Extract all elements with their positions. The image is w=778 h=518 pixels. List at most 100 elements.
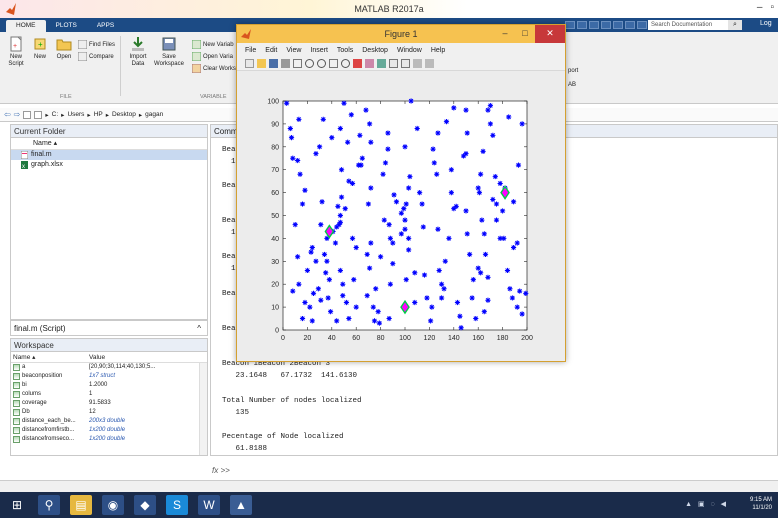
workspace-row[interactable]: distancefromseco... 1x200 double [11, 435, 207, 444]
system-tray-icons[interactable]: ▲ ▣ ◌ ◀ [685, 500, 728, 508]
new-script-button[interactable]: + New Script [6, 36, 26, 68]
cut-icon[interactable] [577, 21, 587, 29]
find-files-button[interactable]: Find Files [78, 40, 115, 49]
save-figure-icon[interactable] [269, 59, 278, 68]
help-icon[interactable] [637, 21, 647, 29]
new-figure-icon[interactable] [245, 59, 254, 68]
log-in-link[interactable]: Log [760, 20, 772, 27]
workspace-row[interactable]: coverage 91.5833 [11, 399, 207, 408]
folder-icon[interactable]: ◆ [134, 495, 156, 515]
menu-help[interactable]: Help [431, 47, 445, 54]
workspace-row[interactable]: a [20,90;30,114;40,130;5... [11, 363, 207, 372]
new-button[interactable]: + New [30, 36, 50, 61]
column-header-name[interactable]: Name ▴ [11, 138, 207, 150]
open-button[interactable]: Open [54, 36, 74, 61]
word-icon[interactable]: W [198, 495, 220, 515]
variable-value: 1x200 double [89, 436, 126, 442]
column-header-name[interactable]: Name ▴ [11, 352, 89, 362]
path-segment-desktop[interactable]: Desktop [112, 111, 136, 118]
search-app-icon[interactable]: ⚲ [38, 495, 60, 515]
show-plot-tools-icon[interactable] [425, 59, 434, 68]
rotate-icon[interactable] [341, 59, 350, 68]
workspace-row[interactable]: beaconposition 1x7 struct [11, 372, 207, 381]
file-item[interactable]: final.m [11, 150, 207, 160]
colorbar-icon[interactable] [389, 59, 398, 68]
restore-icon[interactable]: ▫ [770, 2, 774, 13]
open-variable-button[interactable]: Open Varia [192, 52, 233, 61]
clock[interactable]: 9:15 AM 11/1/20 [750, 496, 772, 512]
search-icon[interactable]: ⌕ [728, 20, 742, 30]
windows-start-icon[interactable]: ⊞ [6, 495, 28, 515]
brush-icon[interactable] [365, 59, 374, 68]
file-item[interactable]: x graph.xlsx [11, 160, 207, 170]
legend-icon[interactable] [401, 59, 410, 68]
pointer-icon[interactable] [293, 59, 302, 68]
chrome-icon[interactable]: ◉ [102, 495, 124, 515]
menu-view[interactable]: View [286, 47, 301, 54]
minimize-icon[interactable]: – [757, 2, 763, 13]
matlab-taskbar-icon[interactable]: ▲ [230, 495, 252, 515]
workspace-panel: Workspace Name ▴ Value a [20,90;30,114;40… [10, 338, 208, 456]
command-prompt[interactable]: fx >> [212, 466, 230, 475]
copy-icon[interactable] [589, 21, 599, 29]
workspace-row[interactable]: colums 1 [11, 390, 207, 399]
up-folder-icon[interactable] [23, 110, 32, 119]
print-icon[interactable] [281, 59, 290, 68]
forward-icon[interactable]: ⇨ [14, 110, 21, 119]
file-explorer-icon[interactable]: ▤ [70, 495, 92, 515]
menu-edit[interactable]: Edit [265, 47, 277, 54]
undo-icon[interactable] [613, 21, 623, 29]
node-point [386, 222, 392, 228]
zoom-in-icon[interactable] [305, 59, 314, 68]
path-segment-users[interactable]: Users [67, 111, 84, 118]
pan-icon[interactable] [329, 59, 338, 68]
path-segment-hp[interactable]: HP [94, 111, 103, 118]
link-icon[interactable] [377, 59, 386, 68]
tab-apps[interactable]: APPS [87, 20, 124, 32]
minimize-icon[interactable]: – [495, 25, 515, 43]
menu-desktop[interactable]: Desktop [362, 47, 388, 54]
tab-plots[interactable]: PLOTS [46, 20, 87, 32]
path-segment-c[interactable]: C: [52, 111, 59, 118]
column-header-value[interactable]: Value [89, 352, 199, 362]
compare-button[interactable]: Compare [78, 52, 114, 61]
paste-icon[interactable] [601, 21, 611, 29]
data-cursor-icon[interactable] [353, 59, 362, 68]
figure-title-bar[interactable]: Figure 1 – □ ✕ [237, 25, 565, 43]
new-variable-button[interactable]: New Variab [192, 40, 234, 49]
save-workspace-button[interactable]: Save Workspace [154, 36, 184, 68]
figure-title: Figure 1 [384, 29, 418, 39]
zoom-out-icon[interactable] [317, 59, 326, 68]
menu-tools[interactable]: Tools [337, 47, 353, 54]
redo-icon[interactable] [625, 21, 635, 29]
import-data-button[interactable]: Import Data [126, 36, 150, 68]
close-icon[interactable]: ✕ [535, 25, 565, 43]
path-segment-gagan[interactable]: gagan [145, 111, 163, 118]
maximize-icon[interactable]: □ [515, 25, 535, 43]
browse-folder-icon[interactable] [34, 110, 43, 119]
save-icon[interactable] [565, 21, 575, 29]
workspace-row[interactable]: Db 12 [11, 408, 207, 417]
workspace-row[interactable]: bi 1.2000 [11, 381, 207, 390]
workspace-scrollbar[interactable] [199, 363, 207, 455]
current-folder-title: Current Folder [11, 125, 207, 138]
open-file-icon[interactable] [257, 59, 266, 68]
hide-plot-tools-icon[interactable] [413, 59, 422, 68]
y-tick-label: 20 [271, 282, 279, 289]
node-point [497, 235, 503, 241]
search-documentation-input[interactable]: Search Documentation [648, 20, 728, 30]
command-output-line: 23.1648 67.1732 141.6130 [222, 372, 358, 380]
clear-workspace-button[interactable]: Clear Works [192, 64, 236, 73]
back-icon[interactable]: ⇦ [4, 110, 11, 119]
chevron-up-icon[interactable]: ^ [197, 321, 201, 337]
menu-window[interactable]: Window [397, 47, 422, 54]
node-point [519, 121, 525, 127]
scatter-plot[interactable]: 0 20 40 60 80 100 120 140 160 180 200 0 10 20 30 40 50 60… [237, 71, 565, 361]
tab-home[interactable]: HOME [6, 20, 46, 32]
workspace-row[interactable]: distancefromfirstb... 1x200 double [11, 426, 207, 435]
workspace-row[interactable]: distance_each_be... 200x3 double [11, 417, 207, 426]
menu-insert[interactable]: Insert [310, 47, 328, 54]
details-script-bar[interactable]: final.m (Script) ^ [10, 320, 208, 336]
menu-file[interactable]: File [245, 47, 256, 54]
skype-icon[interactable]: S [166, 495, 188, 515]
